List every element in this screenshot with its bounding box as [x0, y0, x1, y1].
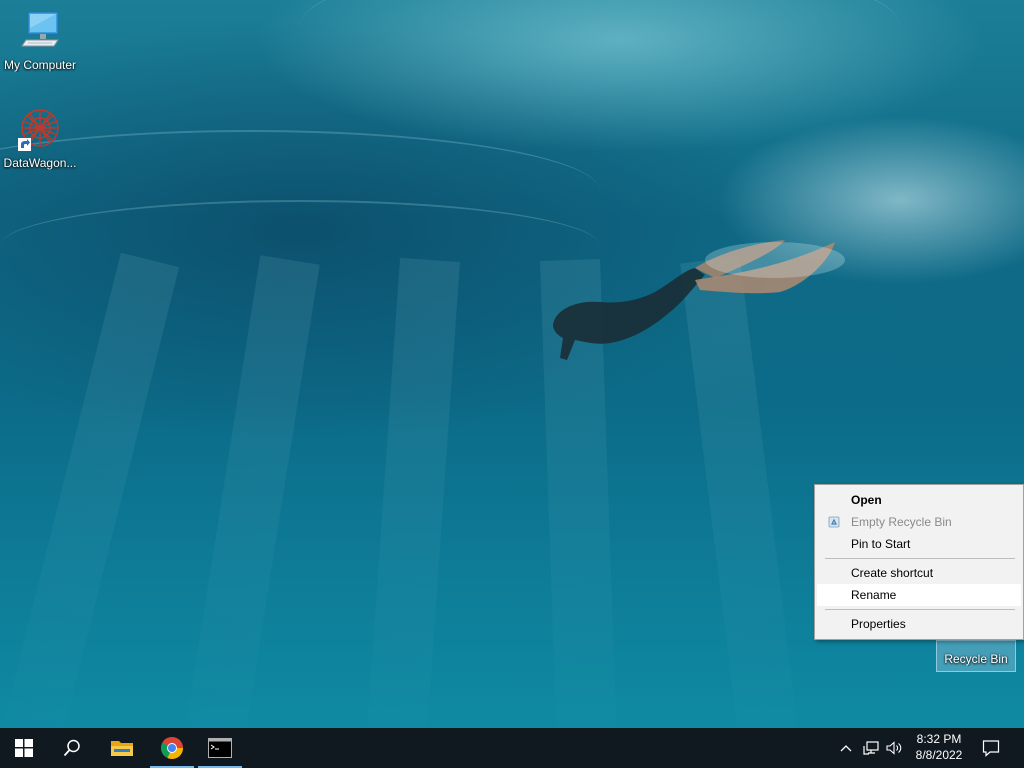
action-center-icon	[982, 740, 1000, 757]
menu-item-label: Open	[851, 493, 882, 507]
desktop-icon-recycle-bin[interactable]: Recycle Bin	[936, 640, 1016, 672]
menu-item-label: Create shortcut	[851, 566, 934, 580]
show-hidden-icons-button[interactable]	[836, 728, 856, 768]
menu-item-properties[interactable]: Properties	[817, 613, 1021, 635]
file-explorer-button[interactable]	[98, 728, 146, 768]
network-button[interactable]	[860, 728, 882, 768]
search-button[interactable]	[48, 728, 96, 768]
command-prompt-icon	[208, 738, 232, 758]
water-ripple	[0, 200, 600, 292]
menu-item-label: Empty Recycle Bin	[851, 515, 952, 529]
desktop-icon-label: DataWagon...	[3, 156, 77, 170]
datawagon-app-icon	[16, 106, 64, 154]
clock-date: 8/8/2022	[915, 748, 963, 762]
volume-icon	[886, 741, 902, 755]
chrome-icon	[161, 737, 183, 759]
windows-start-icon	[15, 739, 33, 757]
desktop-icon-my-computer[interactable]: My Computer	[0, 8, 80, 72]
menu-item-pin-to-start[interactable]: Pin to Start	[817, 533, 1021, 555]
taskbar: 8:32 PM 8/8/2022	[0, 728, 1024, 768]
menu-item-label: Rename	[851, 588, 897, 602]
clock-time: 8:32 PM	[916, 732, 962, 746]
light-ray	[0, 252, 180, 728]
desktop-icon-label: My Computer	[3, 58, 77, 72]
light-ray	[179, 255, 320, 728]
desktop-icon-datawagon[interactable]: DataWagon...	[0, 106, 80, 170]
chevron-up-icon	[840, 745, 852, 752]
desktop-icon-label: Recycle Bin	[944, 652, 1008, 666]
water-ripple	[300, 0, 900, 92]
context-menu: Open Empty Recycle Bin Pin to Start Crea…	[814, 484, 1024, 640]
menu-item-create-shortcut[interactable]: Create shortcut	[817, 562, 1021, 584]
menu-separator	[825, 558, 1015, 559]
command-prompt-taskbar-button[interactable]	[196, 728, 244, 768]
desktop-background[interactable]: My Computer DataWagon... Recycle Bin Ope…	[0, 0, 1024, 728]
light-ray	[363, 257, 460, 728]
menu-item-open[interactable]: Open	[817, 489, 1021, 511]
network-icon	[863, 741, 879, 755]
computer-monitor-icon	[16, 8, 64, 56]
menu-item-label: Pin to Start	[851, 537, 911, 551]
file-explorer-icon	[111, 741, 133, 756]
menu-item-rename[interactable]: Rename	[817, 584, 1021, 606]
menu-item-label: Properties	[851, 617, 906, 631]
start-button[interactable]	[0, 728, 48, 768]
volume-button[interactable]	[884, 728, 906, 768]
search-icon	[63, 739, 80, 757]
recycle-icon	[828, 516, 840, 528]
chrome-taskbar-button[interactable]	[148, 728, 196, 768]
taskbar-clock[interactable]: 8:32 PM 8/8/2022	[904, 728, 974, 768]
menu-item-empty-recycle-bin: Empty Recycle Bin	[817, 511, 1021, 533]
diver-silhouette	[553, 240, 845, 360]
action-center-button[interactable]	[976, 728, 1006, 768]
menu-separator	[825, 609, 1015, 610]
